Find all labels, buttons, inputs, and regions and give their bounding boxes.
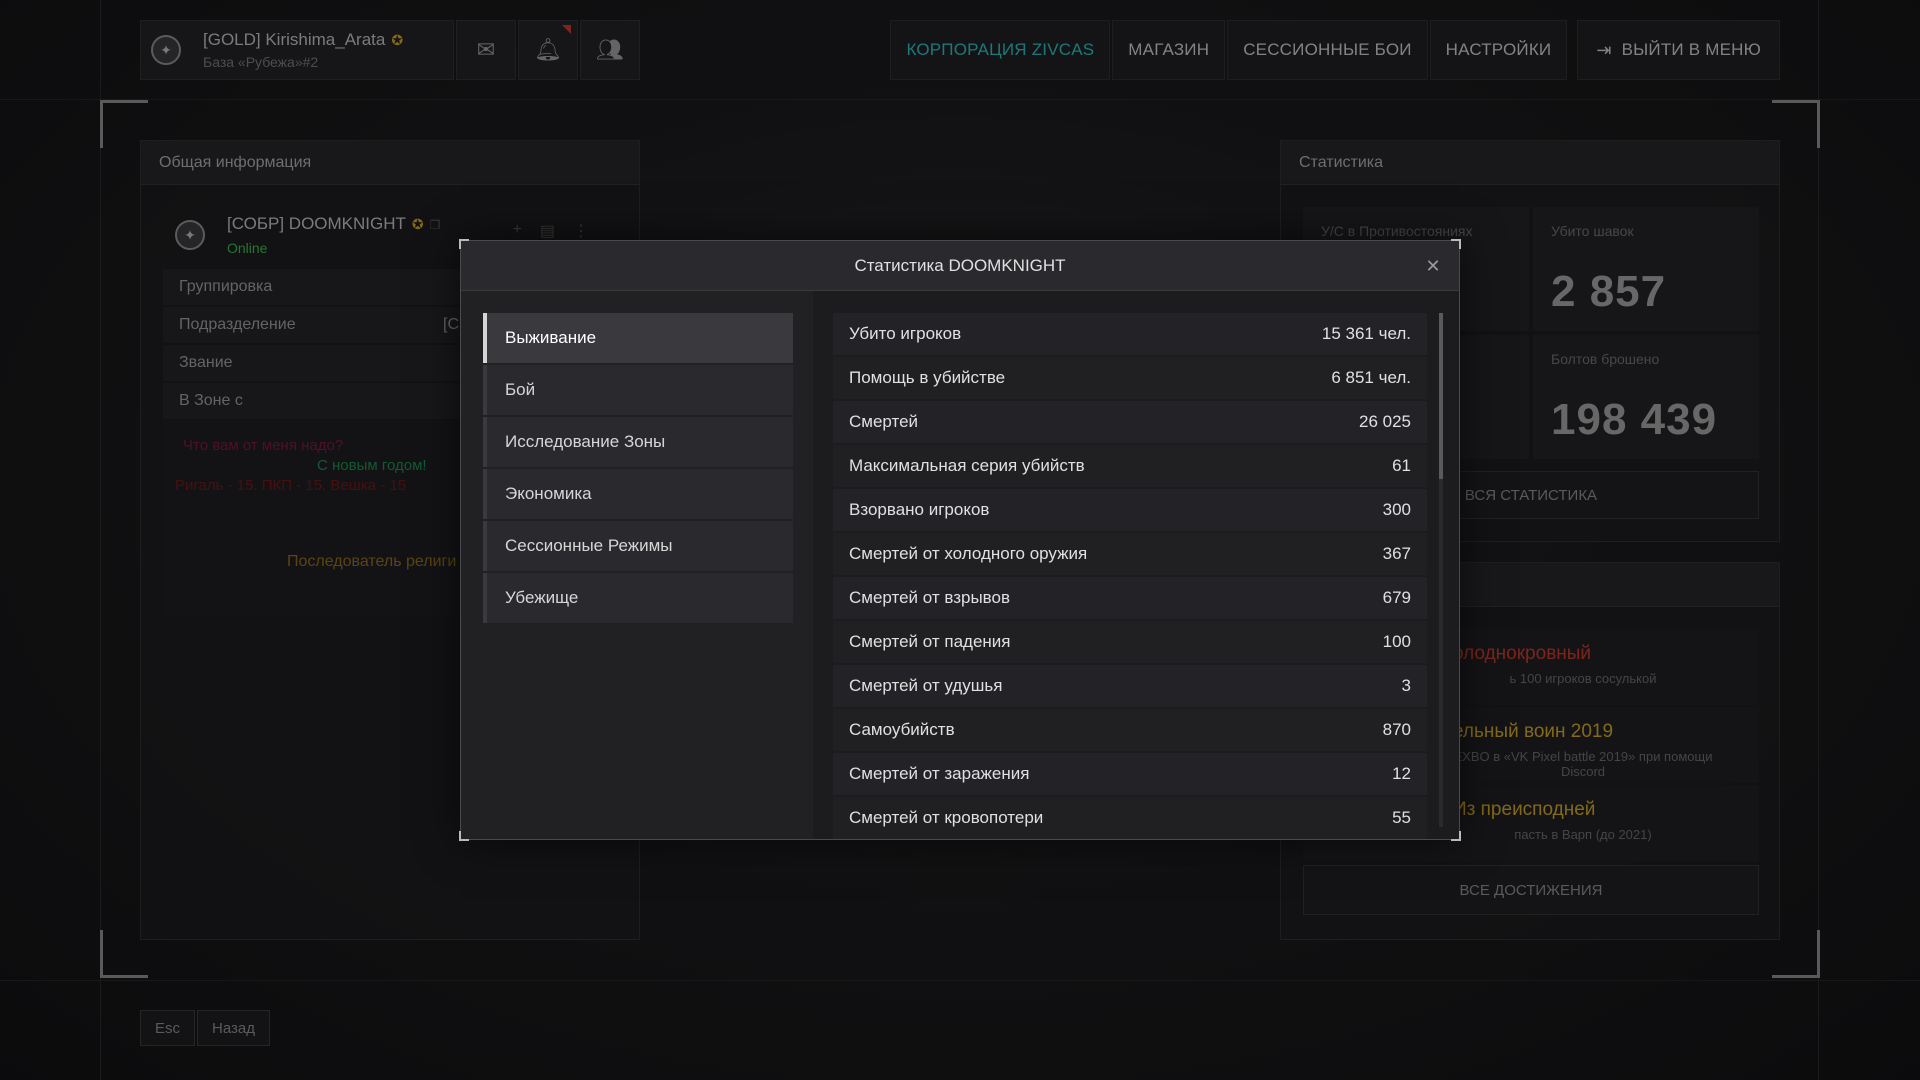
modal-title: Статистика DOOMKNIGHT — [854, 255, 1066, 275]
stat-row: Помощь в убийстве 6 851 чел. — [833, 357, 1427, 399]
stat-row: Максимальная серия убийств 61 — [833, 445, 1427, 487]
stats-scrollbar[interactable] — [1439, 313, 1443, 827]
stat-value: 367 — [1382, 544, 1411, 563]
stat-value: 61 — [1392, 456, 1411, 475]
stats-content: Убито игроков 15 361 чел. Помощь в убийст… — [813, 291, 1459, 839]
stat-label: Смертей от падения — [849, 632, 1011, 651]
stat-value: 6 851 чел. — [1331, 368, 1411, 387]
stat-label: Помощь в убийстве — [849, 368, 1006, 387]
stat-label: Смертей от удушья — [849, 676, 1003, 695]
stat-value: 100 — [1382, 632, 1411, 651]
category-session-modes[interactable]: Сессионные Режимы — [483, 521, 793, 571]
stat-label: Смертей от взрывов — [849, 588, 1010, 607]
stat-value: 679 — [1382, 588, 1411, 607]
close-icon[interactable]: ✕ — [1421, 254, 1445, 278]
stat-label: Смертей от заражения — [849, 764, 1030, 783]
scroll-thumb[interactable] — [1439, 313, 1443, 479]
stat-row: Смертей от заражения 12 — [833, 753, 1427, 795]
category-shelter[interactable]: Убежище — [483, 573, 793, 623]
stat-row: Убито игроков 15 361 чел. — [833, 313, 1427, 355]
stat-row: Взорвано игроков 300 — [833, 489, 1427, 531]
stat-value: 26 025 — [1359, 412, 1411, 431]
stat-label: Убито игроков — [849, 324, 962, 343]
stat-row: Смертей 26 025 — [833, 401, 1427, 443]
stat-row: Смертей от холодного оружия 367 — [833, 533, 1427, 575]
stat-row: Смертей от кровопотери 55 — [833, 797, 1427, 839]
stat-value: 12 — [1392, 764, 1411, 783]
stat-row: Самоубийств 870 — [833, 709, 1427, 751]
stats-modal: Статистика DOOMKNIGHT ✕ Выживание Бой Ис… — [459, 239, 1461, 841]
category-list: Выживание Бой Исследование Зоны Экономик… — [483, 313, 793, 625]
stats-list: Убито игроков 15 361 чел. Помощь в убийст… — [833, 313, 1427, 839]
stat-value: 3 — [1401, 676, 1411, 695]
stat-label: Взорвано игроков — [849, 500, 990, 519]
modal-header: Статистика DOOMKNIGHT ✕ — [461, 241, 1459, 291]
stat-label: Самоубийств — [849, 720, 955, 739]
stat-label: Смертей от холодного оружия — [849, 544, 1088, 563]
stat-value: 300 — [1382, 500, 1411, 519]
stat-row: Смертей от взрывов 679 — [833, 577, 1427, 619]
category-zone-exploration[interactable]: Исследование Зоны — [483, 417, 793, 467]
stat-label: Максимальная серия убийств — [849, 456, 1085, 475]
stat-label: Смертей — [849, 412, 919, 431]
stat-value: 870 — [1382, 720, 1411, 739]
category-survival[interactable]: Выживание — [483, 313, 793, 363]
stat-label: Смертей от кровопотери — [849, 808, 1044, 827]
stat-value: 55 — [1392, 808, 1411, 827]
stat-row: Смертей от удушья 3 — [833, 665, 1427, 707]
category-economy[interactable]: Экономика — [483, 469, 793, 519]
category-combat[interactable]: Бой — [483, 365, 793, 415]
stat-row: Смертей от падения 100 — [833, 621, 1427, 663]
category-sidebar: Выживание Бой Исследование Зоны Экономик… — [461, 291, 813, 839]
stat-value: 15 361 чел. — [1321, 324, 1411, 343]
